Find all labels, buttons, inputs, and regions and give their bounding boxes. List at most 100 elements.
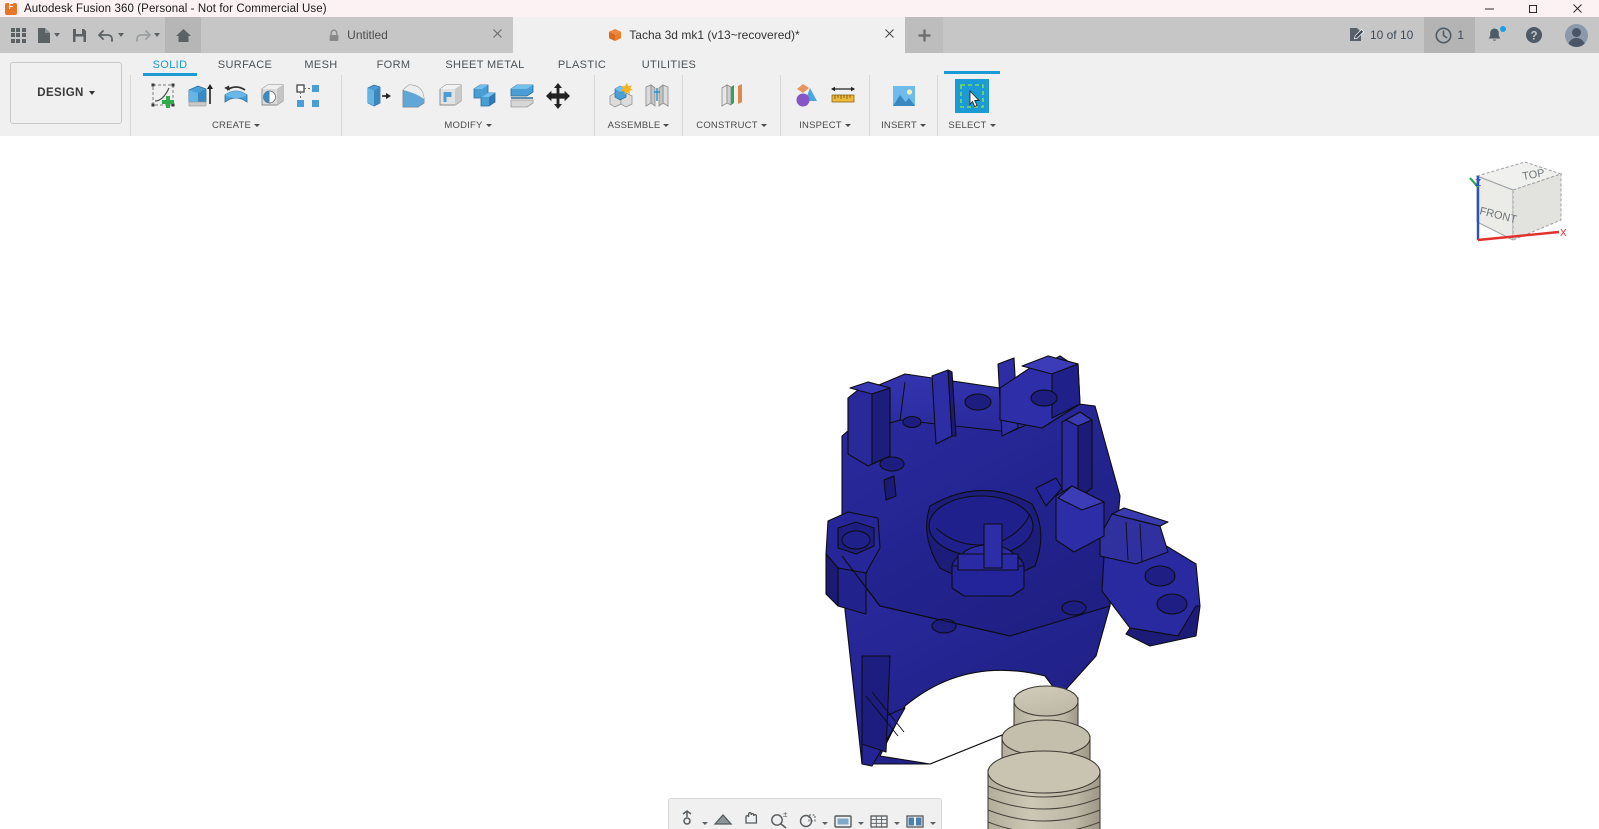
- help-button[interactable]: ?: [1514, 17, 1554, 53]
- panel-label-text: SELECT: [948, 119, 987, 131]
- extrude-tool[interactable]: [183, 79, 217, 113]
- redo-arrow-icon: [136, 29, 151, 42]
- svg-text:±: ±: [783, 810, 788, 819]
- chevron-down-icon: [919, 123, 926, 127]
- ribbon-tab-plastic[interactable]: PLASTIC: [539, 55, 625, 76]
- ribbon-tab-solid[interactable]: SOLID: [136, 55, 204, 76]
- look-at-button[interactable]: [710, 803, 736, 829]
- display-settings-button[interactable]: [830, 803, 856, 829]
- view-navigation-bar: ±: [668, 798, 942, 829]
- redo-button[interactable]: [129, 17, 165, 53]
- ribbon-panel-insert: INSERT: [870, 75, 938, 136]
- close-icon[interactable]: [884, 28, 895, 42]
- tab-list: Untitled Tacha 3d mk1 (v13~recovered)*: [213, 17, 943, 53]
- panel-label-assemble[interactable]: ASSEMBLE: [608, 117, 670, 133]
- chevron-down-icon: [88, 91, 95, 95]
- ribbon-panel-inspect: INSPECT: [781, 75, 870, 136]
- ruler-icon: [831, 86, 855, 103]
- panel-label-inspect[interactable]: INSPECT: [799, 117, 851, 133]
- viewcube[interactable]: TOP FRONT Z X: [1461, 154, 1571, 254]
- save-button[interactable]: [65, 17, 93, 53]
- 3d-viewport[interactable]: TOP FRONT Z X ±: [0, 136, 1599, 829]
- chevron-down-icon: [894, 822, 900, 825]
- panel-label-create[interactable]: CREATE: [212, 117, 261, 133]
- pan-button[interactable]: [738, 803, 764, 829]
- assemble-tool-row: [598, 75, 680, 117]
- ribbon-tab-surface[interactable]: SURFACE: [204, 55, 286, 76]
- new-file-button[interactable]: [32, 17, 65, 53]
- maximize-icon[interactable]: [1511, 0, 1555, 17]
- hole-tool[interactable]: [255, 79, 289, 113]
- chevron-down-icon: [844, 123, 851, 127]
- select-tool-row: [949, 75, 995, 117]
- split-face-tool[interactable]: [505, 79, 539, 113]
- press-pull-tool[interactable]: [361, 79, 395, 113]
- panel-label-text: MODIFY: [444, 119, 483, 131]
- viewports-button[interactable]: [902, 803, 928, 829]
- document-tab-untitled[interactable]: Untitled: [213, 17, 513, 53]
- fit-button[interactable]: [794, 803, 820, 829]
- create-sketch-tool[interactable]: [147, 79, 181, 113]
- ribbon-tab-label: SOLID: [152, 59, 188, 71]
- clock-icon: [1435, 27, 1452, 43]
- fillet-tool[interactable]: [397, 79, 431, 113]
- ribbon-tab-utilities[interactable]: UTILITIES: [625, 55, 713, 76]
- measure-tool[interactable]: [826, 79, 860, 113]
- section-analysis-tool[interactable]: [790, 79, 824, 113]
- document-tab-tacha-3d-mk1[interactable]: Tacha 3d mk1 (v13~recovered)*: [513, 17, 905, 53]
- chevron-down-icon: [254, 123, 261, 127]
- recent-activity-count: 1: [1457, 28, 1464, 42]
- panel-label-insert[interactable]: INSERT: [881, 117, 926, 133]
- ribbon-tab-label: MESH: [304, 59, 338, 71]
- ribbon-tab-mesh[interactable]: MESH: [286, 55, 356, 76]
- home-button[interactable]: [165, 17, 201, 53]
- avatar: [1565, 23, 1588, 47]
- new-tab-button[interactable]: [905, 17, 943, 53]
- recent-activity-button[interactable]: 1: [1424, 17, 1475, 53]
- notifications-button[interactable]: [1475, 17, 1514, 53]
- panel-label-select[interactable]: SELECT: [948, 117, 996, 133]
- insert-image-tool[interactable]: [887, 79, 921, 113]
- fusion360-window: Autodesk Fusion 360 (Personal - Not for …: [0, 0, 1599, 829]
- move-copy-tool[interactable]: [541, 79, 575, 113]
- panel-label-modify[interactable]: MODIFY: [444, 117, 492, 133]
- shell-tool[interactable]: [433, 79, 467, 113]
- offset-plane-icon: [721, 84, 742, 107]
- ribbon-tab-form[interactable]: FORM: [356, 55, 431, 76]
- chevron-down-icon: [858, 822, 864, 825]
- ribbon-tab-label: UTILITIES: [641, 59, 697, 71]
- chevron-down-icon: [822, 822, 828, 825]
- select-tool[interactable]: [955, 79, 989, 113]
- shell-icon: [439, 84, 462, 106]
- zoom-button[interactable]: ±: [766, 803, 792, 829]
- joint-tool[interactable]: [640, 79, 674, 113]
- panel-label-construct[interactable]: CONSTRUCT: [696, 117, 767, 133]
- app-grid-button[interactable]: [4, 17, 32, 53]
- combine-tool[interactable]: [469, 79, 503, 113]
- ribbon-panel-construct: CONSTRUCT: [683, 75, 781, 136]
- grid-snap-button[interactable]: [866, 803, 892, 829]
- extrude-icon: [188, 84, 213, 107]
- job-status-label: 10 of 10: [1369, 28, 1414, 42]
- job-status-button[interactable]: 10 of 10: [1337, 17, 1424, 53]
- close-icon[interactable]: [492, 28, 503, 42]
- workspace-selector-label: DESIGN: [37, 87, 84, 99]
- hole-icon: [261, 84, 284, 106]
- close-icon[interactable]: [1555, 0, 1599, 17]
- model-geometry: [825, 355, 1201, 829]
- insert-tool-row: [881, 75, 927, 117]
- ribbon-tab-list: SOLID SURFACE MESH FORM SHEET METAL PLAS…: [136, 55, 713, 76]
- workspace-selector[interactable]: DESIGN: [10, 62, 122, 124]
- plus-icon: [918, 29, 930, 41]
- ribbon-tab-sheet-metal[interactable]: SHEET METAL: [431, 55, 539, 76]
- rectangular-pattern-tool[interactable]: [291, 79, 325, 113]
- orbit-button[interactable]: [674, 803, 700, 829]
- ribbon-tab-label: FORM: [376, 59, 411, 71]
- revolve-tool[interactable]: [219, 79, 253, 113]
- undo-button[interactable]: [93, 17, 129, 53]
- account-button[interactable]: [1554, 17, 1599, 53]
- new-component-tool[interactable]: [604, 79, 638, 113]
- minimize-icon[interactable]: [1467, 0, 1511, 17]
- offset-plane-tool[interactable]: [715, 79, 749, 113]
- section-analysis-icon: [796, 84, 817, 107]
